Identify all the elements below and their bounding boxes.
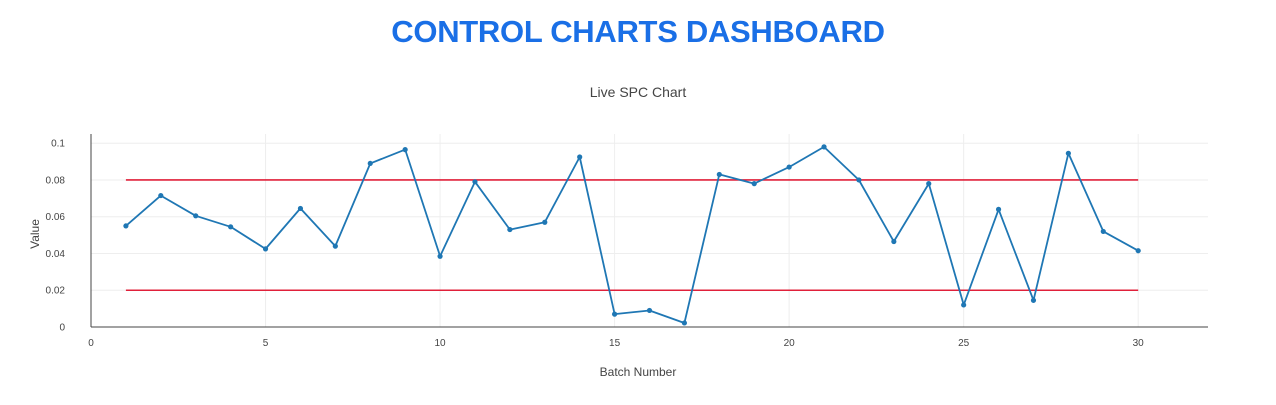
x-tick-label: 5 [263, 338, 269, 349]
data-point [402, 147, 408, 153]
x-tick-label: 30 [1133, 338, 1145, 349]
data-point [856, 177, 862, 183]
data-point [751, 181, 757, 187]
x-tick-label: 15 [609, 338, 621, 349]
data-point [716, 171, 722, 178]
data-point [367, 160, 373, 167]
data-point [611, 311, 618, 317]
data-point [646, 307, 653, 314]
y-tick-label: 0.1 [51, 139, 65, 150]
x-tick-label: 0 [88, 338, 94, 349]
data-point [193, 213, 199, 219]
x-tick-label: 20 [784, 338, 796, 349]
data-point [1135, 248, 1141, 254]
data-point [891, 238, 897, 245]
data-point [786, 164, 792, 170]
y-axis-label: Value [28, 219, 42, 249]
axes [90, 134, 1208, 328]
chart-title: Live SPC Chart [590, 84, 687, 100]
data-point [158, 192, 164, 199]
data-point [437, 253, 443, 259]
data-point [332, 243, 338, 249]
data-point [123, 223, 129, 229]
data-point [926, 181, 932, 187]
y-tick-label: 0.02 [46, 286, 66, 297]
y-tick-label: 0.06 [46, 212, 66, 223]
data-point [262, 246, 269, 252]
data-point [681, 320, 688, 326]
x-tick-label: 10 [435, 338, 447, 349]
y-tick-label: 0 [59, 323, 65, 334]
data-point [961, 302, 967, 308]
y-tick-label: 0.08 [46, 175, 66, 186]
data-point [995, 206, 1002, 212]
data-point [297, 205, 304, 212]
data-point [1100, 228, 1106, 235]
series-line [125, 145, 1139, 324]
data-point [228, 224, 234, 230]
data-point [472, 179, 478, 185]
data-point [507, 226, 513, 233]
data-point [577, 154, 583, 160]
grid-lines [91, 134, 1208, 327]
y-tick-label: 0.04 [46, 249, 66, 260]
x-axis-label: Batch Number [600, 365, 677, 379]
data-point [542, 219, 548, 225]
x-tick-label: 25 [958, 338, 970, 349]
data-point [1065, 150, 1071, 156]
data-point [1030, 297, 1037, 303]
spc-chart: Live SPC Chart 0 5 10 15 20 25 30 0 0.02 0.04 0.06… [28, 84, 1208, 379]
tick-labels: 0 5 10 15 20 25 30 0 0.02 0.04 0.06 0.08 0.1 [46, 139, 1145, 349]
data-series [123, 144, 1141, 326]
data-point [821, 144, 827, 150]
